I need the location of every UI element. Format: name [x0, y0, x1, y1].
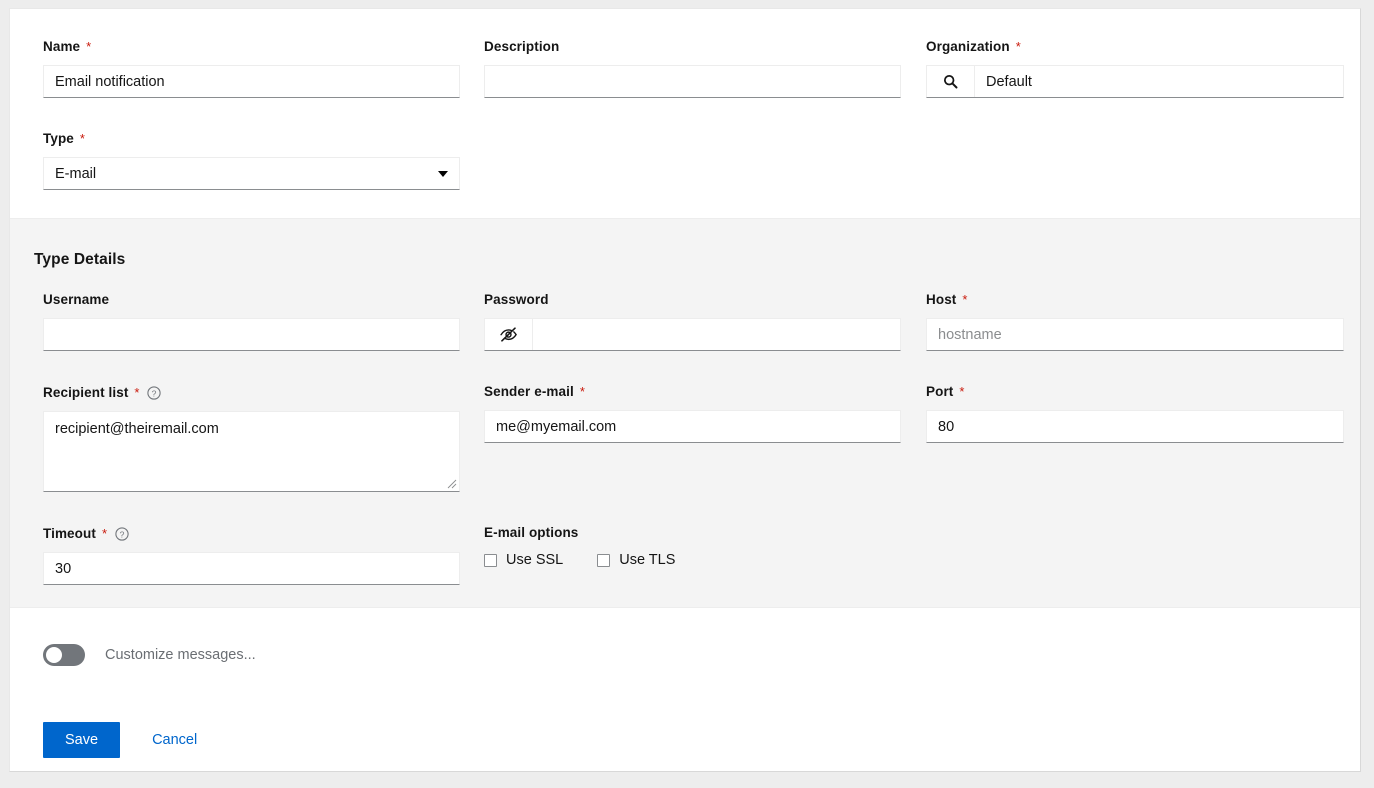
- field-sender-email: Sender e-mail * me@myemail.com: [484, 383, 901, 443]
- label-username: Username: [43, 291, 460, 309]
- name-input[interactable]: Email notification: [43, 65, 460, 98]
- field-password: Password: [484, 291, 901, 351]
- required-indicator: *: [134, 386, 139, 400]
- label-name: Name *: [43, 38, 460, 56]
- field-timeout: Timeout * ? 30: [43, 525, 460, 585]
- recipient-list-textarea[interactable]: recipient@theiremail.com: [43, 411, 460, 492]
- field-description: Description: [484, 38, 901, 98]
- checkbox-box-icon: [597, 554, 610, 567]
- field-organization: Organization * Default: [926, 38, 1344, 98]
- required-indicator: *: [102, 527, 107, 541]
- general-fields-section: Name * Email notification Description Or…: [10, 9, 1360, 218]
- save-button[interactable]: Save: [43, 722, 120, 758]
- checkbox-box-icon: [484, 554, 497, 567]
- form-actions: Save Cancel: [43, 722, 215, 758]
- label-description: Description: [484, 38, 901, 56]
- label-password: Password: [484, 291, 901, 309]
- required-indicator: *: [1016, 40, 1021, 54]
- sender-email-input[interactable]: me@myemail.com: [484, 410, 901, 443]
- checkbox-label: Use SSL: [506, 552, 563, 568]
- field-name: Name * Email notification: [43, 38, 460, 98]
- help-circle-icon[interactable]: ?: [147, 386, 161, 400]
- field-label-text: Name: [43, 38, 80, 56]
- field-recipient-list: Recipient list * ? recipient@theiremail.…: [43, 384, 460, 492]
- svg-text:?: ?: [152, 388, 157, 398]
- customize-messages-toggle[interactable]: [43, 644, 85, 666]
- field-label-text: Sender e-mail: [484, 383, 574, 401]
- port-input[interactable]: 80: [926, 410, 1344, 443]
- checkbox-use-tls[interactable]: Use TLS: [597, 552, 675, 568]
- label-port: Port *: [926, 383, 1344, 401]
- field-label-text: Type: [43, 130, 74, 148]
- label-host: Host *: [926, 291, 1344, 309]
- organization-input[interactable]: Default: [975, 66, 1343, 97]
- field-host: Host * hostname: [926, 291, 1344, 351]
- help-circle-icon[interactable]: ?: [115, 527, 129, 541]
- label-sender-email: Sender e-mail *: [484, 383, 901, 401]
- field-type: Type * E-mail: [43, 130, 460, 190]
- field-label-text: Organization: [926, 38, 1010, 56]
- type-select[interactable]: E-mail: [43, 157, 460, 190]
- customize-messages-row: Customize messages...: [43, 644, 256, 666]
- required-indicator: *: [86, 40, 91, 54]
- email-options-checkbox-group: Use SSL Use TLS: [484, 552, 901, 568]
- checkbox-label: Use TLS: [619, 552, 675, 568]
- resize-grip-icon: [447, 479, 457, 489]
- checkbox-use-ssl[interactable]: Use SSL: [484, 552, 563, 568]
- type-details-section: Type Details Username Password: [10, 218, 1360, 608]
- recipient-list-value: recipient@theiremail.com: [55, 421, 219, 437]
- description-input[interactable]: [484, 65, 901, 98]
- field-label-text: Username: [43, 291, 109, 309]
- label-type: Type *: [43, 130, 460, 148]
- field-email-options: E-mail options Use SSL Use TLS: [484, 524, 901, 568]
- customize-messages-label: Customize messages...: [105, 647, 256, 663]
- required-indicator: *: [80, 132, 85, 146]
- password-input-group: [484, 318, 901, 351]
- field-label-text: Host: [926, 291, 956, 309]
- field-label-text: Port: [926, 383, 953, 401]
- field-label-text: Recipient list: [43, 384, 128, 402]
- field-username: Username: [43, 291, 460, 351]
- required-indicator: *: [962, 293, 967, 307]
- required-indicator: *: [959, 385, 964, 399]
- host-input[interactable]: hostname: [926, 318, 1344, 351]
- required-indicator: *: [580, 385, 585, 399]
- username-input[interactable]: [43, 318, 460, 351]
- field-label-text: Password: [484, 291, 549, 309]
- form-footer-section: Customize messages... Save Cancel: [10, 608, 1360, 770]
- field-label-text: E-mail options: [484, 524, 578, 542]
- timeout-input[interactable]: 30: [43, 552, 460, 585]
- notification-template-form-card: Name * Email notification Description Or…: [9, 8, 1361, 772]
- label-timeout: Timeout * ?: [43, 525, 460, 543]
- field-port: Port * 80: [926, 383, 1344, 443]
- toggle-knob: [46, 647, 62, 663]
- label-recipient-list: Recipient list * ?: [43, 384, 460, 402]
- search-icon[interactable]: [927, 66, 975, 97]
- type-details-title: Type Details: [34, 251, 125, 269]
- label-organization: Organization *: [926, 38, 1344, 56]
- field-label-text: Timeout: [43, 525, 96, 543]
- label-email-options: E-mail options: [484, 524, 901, 542]
- organization-lookup-group: Default: [926, 65, 1344, 98]
- password-input[interactable]: [533, 319, 900, 350]
- svg-text:?: ?: [120, 529, 125, 539]
- cancel-button[interactable]: Cancel: [134, 722, 215, 758]
- type-select-wrapper: E-mail: [43, 157, 460, 190]
- eye-slash-icon[interactable]: [485, 319, 533, 350]
- field-label-text: Description: [484, 38, 559, 56]
